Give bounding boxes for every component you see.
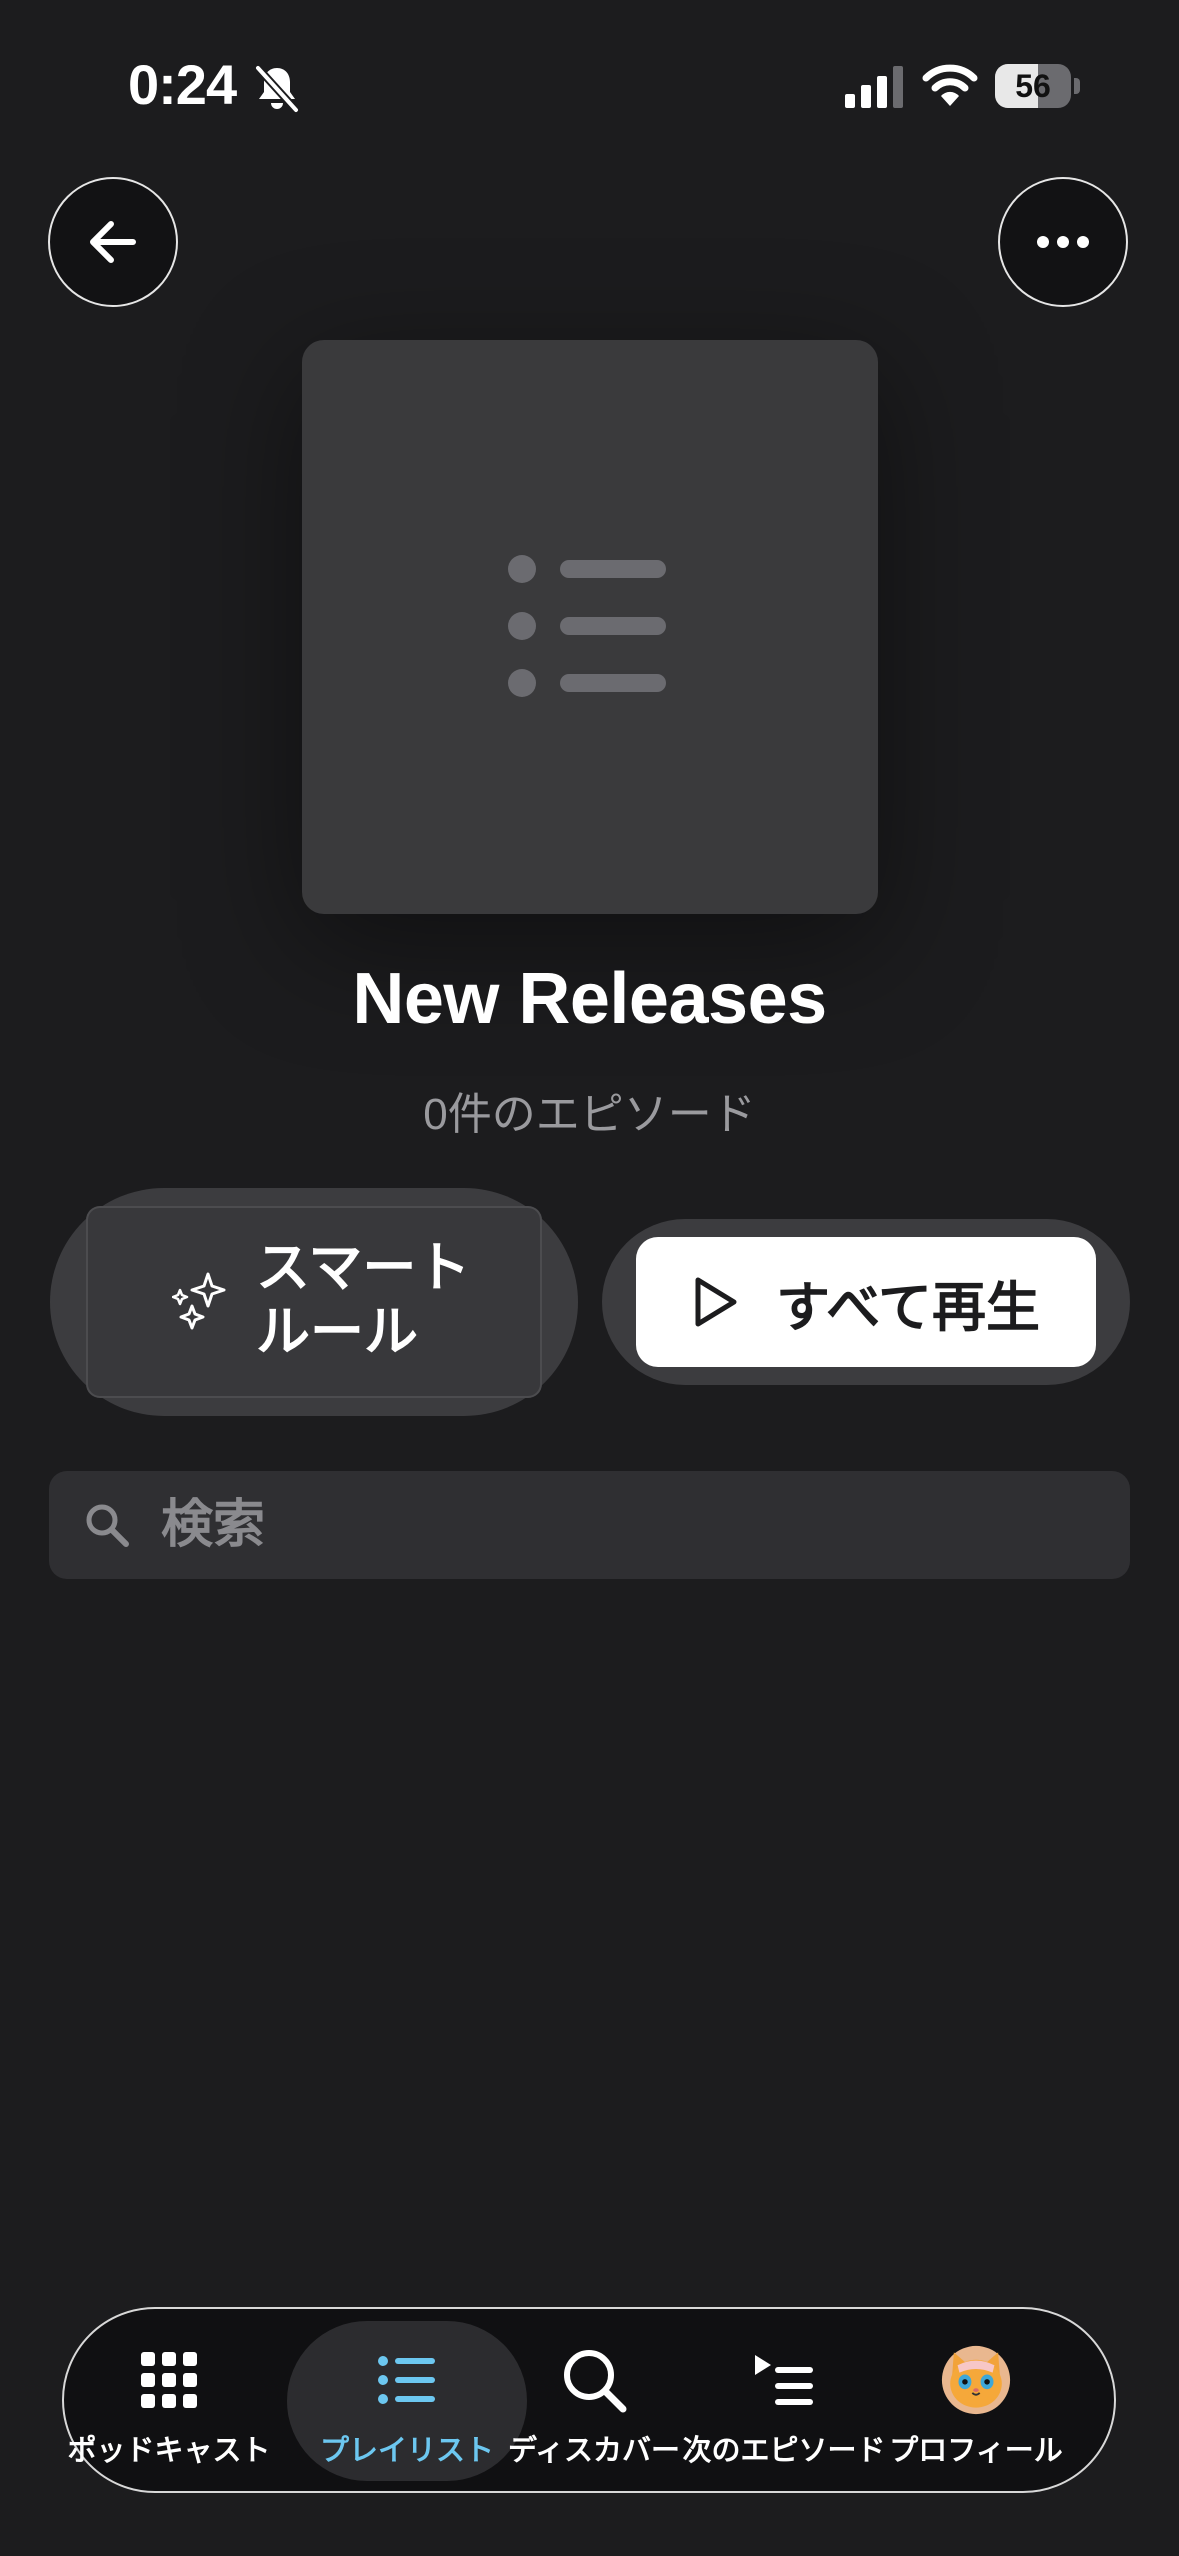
search-input[interactable] [161, 1471, 1101, 1579]
tab-label: プレイリスト [320, 2435, 495, 2467]
smart-rules-label: スマート ルール [256, 1238, 471, 1362]
tab-bar: ポッドキャスト プレイリスト ディスカバー 次のエピソード プロフィール [62, 2307, 1116, 2493]
play-all-button[interactable]: すべて再生 [636, 1237, 1096, 1367]
battery-percent: 56 [1015, 68, 1051, 104]
magnifying-glass-icon [86, 1504, 129, 1547]
play-icon [695, 1277, 737, 1327]
up-next-icon [755, 2355, 813, 2405]
playlist-artwork [302, 340, 878, 914]
tab-podcasts[interactable]: ポッドキャスト [68, 2309, 271, 2491]
tab-discover[interactable]: ディスカバー [504, 2309, 684, 2491]
list-icon [508, 555, 666, 697]
tab-label: ポッドキャスト [67, 2435, 271, 2467]
search-icon [564, 2350, 627, 2413]
grid-icon [141, 2352, 197, 2408]
playlist-title: New Releases [352, 959, 827, 1039]
tab-up-next[interactable]: 次のエピソード [682, 2309, 886, 2491]
wifi-icon [922, 64, 978, 106]
sparkles-icon [172, 1272, 226, 1330]
avatar-cat-icon [941, 2345, 1011, 2415]
bell-slash-icon [255, 65, 299, 113]
more-button[interactable] [998, 177, 1128, 307]
tab-label: 次のエピソード [682, 2435, 886, 2467]
tab-profile[interactable]: プロフィール [886, 2309, 1066, 2491]
status-bar: 0:24 56 [0, 0, 1179, 170]
tab-playlists[interactable]: プレイリスト [320, 2309, 495, 2491]
search-bar[interactable] [49, 1471, 1130, 1579]
back-button[interactable] [48, 177, 178, 307]
tab-label: ディスカバー [508, 2435, 680, 2467]
ellipsis-icon [1037, 236, 1089, 248]
status-time: 0:24 [128, 53, 237, 116]
list-icon [378, 2356, 435, 2404]
cellular-signal-icon [845, 66, 903, 108]
arrow-left-icon [90, 221, 136, 263]
play-all-label: すべて再生 [775, 1277, 1041, 1338]
battery-indicator: 56 [995, 64, 1081, 108]
episode-count: 0件のエピソード [423, 1090, 756, 1139]
tab-label: プロフィール [889, 2435, 1063, 2467]
